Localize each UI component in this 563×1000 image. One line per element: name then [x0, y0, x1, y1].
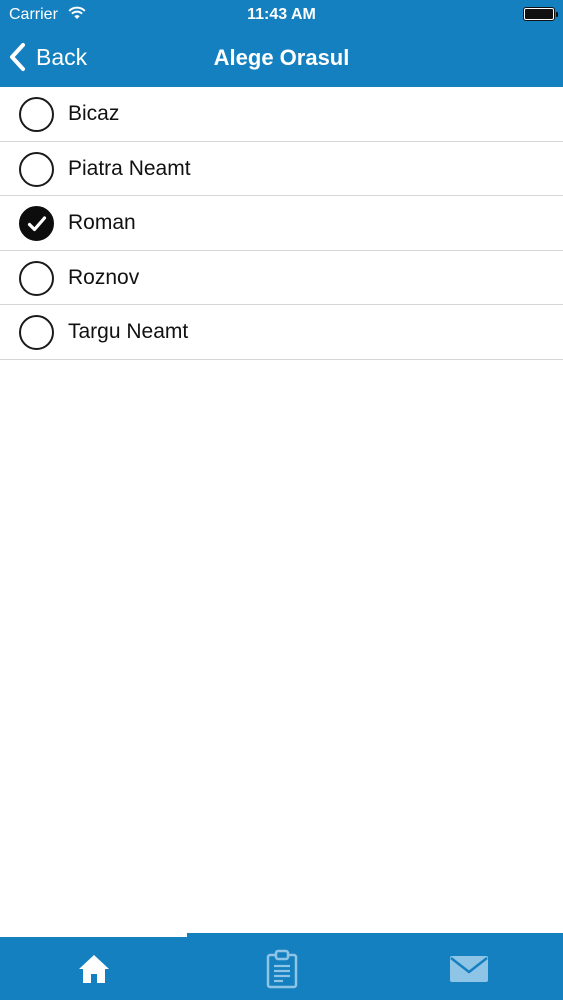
tab-mail[interactable] — [375, 937, 562, 1000]
navigation-bar: Back Alege Orasul — [0, 28, 563, 87]
city-row-piatra-neamt[interactable]: Piatra Neamt — [0, 142, 563, 196]
city-label: Piatra Neamt — [68, 156, 191, 180]
checkmark-icon — [27, 216, 47, 232]
city-label: Bicaz — [68, 102, 120, 125]
radio-unchecked-icon[interactable] — [19, 97, 54, 132]
status-bar: Carrier 11:43 AM — [0, 0, 563, 28]
top-bar: Carrier 11:43 AM Back Alege Orasul — [0, 0, 563, 87]
status-time: 11:43 AM — [247, 6, 316, 23]
city-list: Bicaz Piatra Neamt Roman Roznov Targu Ne… — [0, 87, 563, 360]
battery-icon — [523, 7, 558, 21]
radio-unchecked-icon[interactable] — [19, 151, 54, 187]
tab-home[interactable] — [0, 937, 187, 1000]
mail-icon — [449, 955, 488, 982]
tab-clipboard[interactable] — [188, 937, 375, 1000]
page-title: Alege Orasul — [213, 45, 350, 70]
clipboard-icon — [266, 949, 297, 988]
city-label: Roznov — [68, 265, 140, 289]
home-icon — [78, 954, 109, 983]
city-row-bicaz[interactable]: Bicaz — [0, 87, 563, 142]
city-row-roman[interactable]: Roman — [0, 196, 563, 251]
city-label: Roman — [68, 211, 136, 234]
city-row-roznov[interactable]: Roznov — [0, 251, 563, 305]
radio-unchecked-icon[interactable] — [19, 315, 54, 350]
city-label: Targu Neamt — [68, 320, 189, 343]
city-row-targu-neamt[interactable]: Targu Neamt — [0, 305, 563, 360]
screen: Carrier 11:43 AM Back Alege Orasul Bicaz… — [0, 0, 563, 1000]
radio-unchecked-icon[interactable] — [19, 260, 54, 296]
tab-bar — [0, 933, 563, 1000]
radio-checked-icon[interactable] — [19, 206, 54, 241]
